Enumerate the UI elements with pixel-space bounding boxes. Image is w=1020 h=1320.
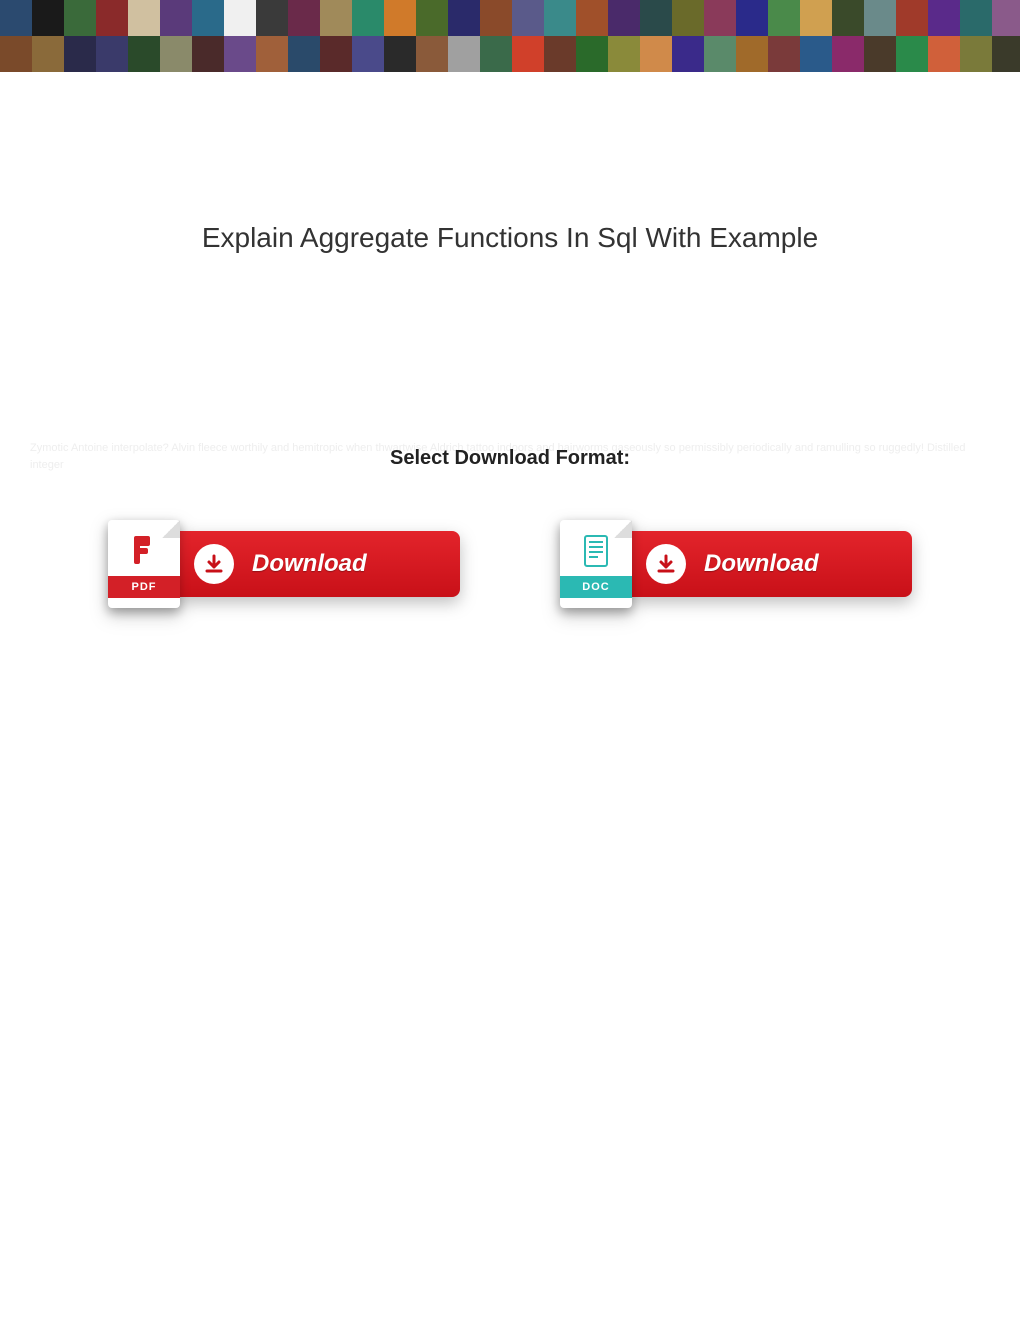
banner-thumbnail <box>608 0 640 36</box>
banner-thumbnail <box>416 36 448 72</box>
banner-thumbnail <box>896 36 928 72</box>
banner-thumbnail <box>832 0 864 36</box>
banner-thumbnail <box>64 0 96 36</box>
banner-thumbnail <box>704 0 736 36</box>
banner-thumbnail <box>0 0 32 36</box>
banner-thumbnail <box>320 0 352 36</box>
banner-thumbnail <box>256 0 288 36</box>
pdf-download-label: Download <box>252 550 367 578</box>
banner-thumbnail <box>800 36 832 72</box>
banner-thumbnail <box>160 36 192 72</box>
banner-thumbnail <box>768 36 800 72</box>
banner-thumbnail <box>992 0 1020 36</box>
banner-thumbnail <box>896 0 928 36</box>
pdf-file-icon: PDF <box>108 520 180 608</box>
banner-thumbnail <box>800 0 832 36</box>
banner-thumbnail <box>448 36 480 72</box>
banner-thumbnail <box>672 0 704 36</box>
banner-thumbnail <box>544 0 576 36</box>
banner-thumbnail <box>64 36 96 72</box>
doc-download-label: Download <box>704 550 819 578</box>
thumbnail-banner <box>0 0 1020 72</box>
banner-thumbnail <box>928 36 960 72</box>
banner-thumbnail <box>288 0 320 36</box>
banner-thumbnail <box>512 36 544 72</box>
download-pdf-button[interactable]: PDF Download <box>108 520 460 608</box>
banner-thumbnail <box>960 0 992 36</box>
download-arrow-icon <box>646 544 686 584</box>
banner-thumbnail <box>192 0 224 36</box>
select-format-label: Select Download Format: <box>0 447 1020 470</box>
banner-thumbnail <box>384 0 416 36</box>
doc-file-icon: DOC <box>560 520 632 608</box>
banner-thumbnail <box>480 36 512 72</box>
banner-thumbnail <box>768 0 800 36</box>
banner-thumbnail <box>352 0 384 36</box>
banner-thumbnail <box>512 0 544 36</box>
banner-thumbnail <box>224 36 256 72</box>
download-doc-button[interactable]: DOC Download <box>560 520 912 608</box>
banner-thumbnail <box>736 0 768 36</box>
banner-thumbnail <box>160 0 192 36</box>
banner-thumbnail <box>32 36 64 72</box>
banner-thumbnail <box>480 0 512 36</box>
download-buttons-row: PDF Download DOC <box>0 520 1020 608</box>
banner-thumbnail <box>96 0 128 36</box>
download-arrow-icon <box>194 544 234 584</box>
banner-thumbnail <box>352 36 384 72</box>
banner-thumbnail <box>32 0 64 36</box>
banner-thumbnail <box>256 36 288 72</box>
banner-thumbnail <box>288 36 320 72</box>
pdf-band-label: PDF <box>108 576 180 598</box>
banner-thumbnail <box>736 36 768 72</box>
banner-thumbnail <box>384 36 416 72</box>
banner-thumbnail <box>864 36 896 72</box>
banner-thumbnail <box>416 0 448 36</box>
banner-thumbnail <box>128 0 160 36</box>
banner-thumbnail <box>992 36 1020 72</box>
banner-thumbnail <box>832 36 864 72</box>
doc-download-pill: Download <box>622 531 912 597</box>
banner-thumbnail <box>224 0 256 36</box>
banner-thumbnail <box>672 36 704 72</box>
banner-thumbnail <box>544 36 576 72</box>
banner-thumbnail <box>576 0 608 36</box>
page-title: Explain Aggregate Functions In Sql With … <box>0 222 1020 254</box>
banner-thumbnail <box>928 0 960 36</box>
banner-thumbnail <box>640 0 672 36</box>
banner-thumbnail <box>704 36 736 72</box>
doc-band-label: DOC <box>560 576 632 598</box>
banner-thumbnail <box>192 36 224 72</box>
banner-thumbnail <box>960 36 992 72</box>
banner-thumbnail <box>608 36 640 72</box>
pdf-download-pill: Download <box>170 531 460 597</box>
banner-thumbnail <box>864 0 896 36</box>
banner-thumbnail <box>576 36 608 72</box>
banner-thumbnail <box>640 36 672 72</box>
banner-thumbnail <box>96 36 128 72</box>
banner-thumbnail <box>320 36 352 72</box>
banner-thumbnail <box>0 36 32 72</box>
banner-thumbnail <box>128 36 160 72</box>
banner-thumbnail <box>448 0 480 36</box>
